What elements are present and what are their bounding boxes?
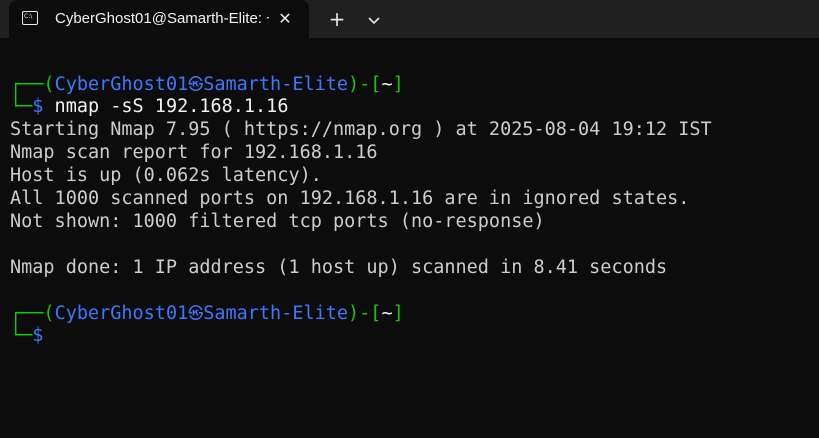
terminal-content[interactable]: ┌──(CyberGhost01㉿Samarth-Elite)-[~] └─$ … — [0, 38, 819, 438]
prompt-host: Samarth-Elite — [203, 303, 349, 324]
prompt-line-top: ┌──(CyberGhost01㉿Samarth-Elite)-[~] — [10, 302, 404, 325]
new-tab-button[interactable]: + — [325, 7, 349, 31]
output-line: Host is up (0.062s latency). — [10, 165, 322, 186]
prompt-user: CyberGhost01 — [54, 74, 189, 95]
chevron-down-icon — [368, 17, 380, 25]
title-bar: CyberGhost01@Samarth-Elite: ~ ✕ + — [0, 0, 819, 38]
plus-icon: + — [328, 7, 346, 31]
prompt-frame-open: ┌──( — [10, 303, 55, 324]
prompt-host: Samarth-Elite — [203, 74, 349, 95]
output-line: Nmap scan report for 192.168.1.16 — [10, 142, 378, 163]
prompt-symbol: ㉿ — [188, 304, 204, 322]
tab-title: CyberGhost01@Samarth-Elite: ~ — [55, 10, 269, 27]
prompt-dollar: $ — [32, 325, 44, 346]
prompt-frame-open: ┌──( — [10, 74, 55, 95]
command-text: nmap -sS 192.168.1.16 — [43, 96, 289, 117]
output-line: All 1000 scanned ports on 192.168.1.16 a… — [10, 188, 690, 209]
terminal-window: CyberGhost01@Samarth-Elite: ~ ✕ + ┌──(Cy… — [0, 0, 819, 438]
tab-dropdown-button[interactable] — [362, 8, 386, 32]
prompt-frame-close: ] — [392, 74, 404, 95]
output-line: Nmap done: 1 IP address (1 host up) scan… — [10, 257, 668, 278]
prompt-line-input[interactable]: └─$ — [10, 324, 43, 347]
prompt-dollar: $ — [32, 96, 44, 117]
prompt-user: CyberGhost01 — [54, 303, 189, 324]
output-line: Not shown: 1000 filtered tcp ports (no-r… — [10, 211, 545, 232]
prompt-frame-mid: )-[ — [348, 74, 382, 95]
prompt-line-top: ┌──(CyberGhost01㉿Samarth-Elite)-[~] — [10, 73, 404, 96]
prompt-line-command: └─$ nmap -sS 192.168.1.16 — [10, 95, 288, 118]
close-icon[interactable]: ✕ — [275, 9, 295, 29]
prompt-corner: └─ — [10, 325, 33, 346]
prompt-symbol: ㉿ — [188, 75, 204, 93]
tab-active[interactable]: CyberGhost01@Samarth-Elite: ~ ✕ — [9, 0, 309, 38]
output-line: Starting Nmap 7.95 ( https://nmap.org ) … — [10, 119, 712, 140]
prompt-frame-close: ] — [392, 303, 404, 324]
terminal-icon — [22, 11, 38, 25]
prompt-frame-mid: )-[ — [348, 303, 382, 324]
prompt-dir: ~ — [381, 74, 393, 95]
prompt-dir: ~ — [381, 303, 393, 324]
prompt-corner: └─ — [10, 96, 33, 117]
